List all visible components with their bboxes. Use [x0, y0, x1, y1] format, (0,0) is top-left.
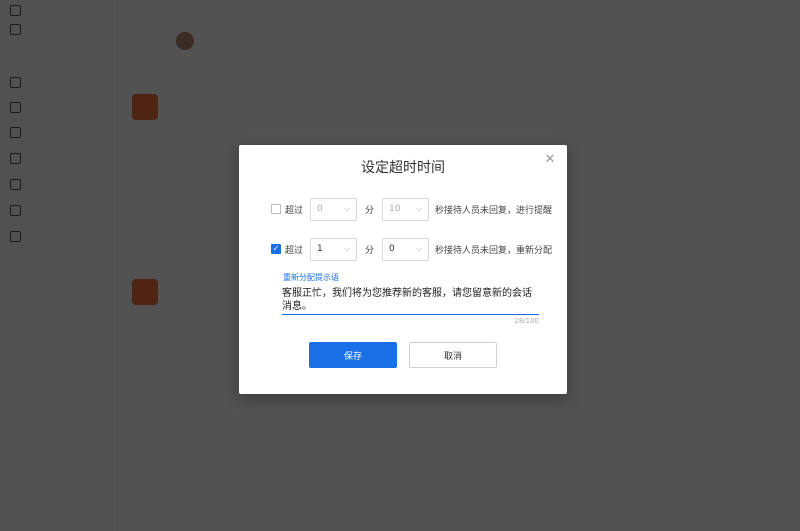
reassign-checkbox[interactable]: ✓: [271, 244, 281, 254]
remind-checkbox[interactable]: [271, 204, 281, 214]
chevron-down-icon: ⌵: [415, 204, 423, 213]
reassign-seconds-value: 0: [389, 244, 395, 254]
reassign-prefix-label: 超过: [285, 245, 304, 256]
remind-prefix-label: 超过: [285, 205, 304, 216]
reassign-minutes-value: 1: [317, 244, 323, 254]
chevron-down-icon: ⌵: [343, 204, 351, 213]
char-counter: 28/100: [514, 317, 539, 325]
timeout-dialog: 设定超时时间 ✕ 超过 0 ⌵ 分 10 ⌵ 秒接待人员未回复，进行提醒 ✓ 超…: [239, 145, 567, 394]
reassign-minutes-select[interactable]: 1 ⌵: [310, 237, 358, 261]
remind-row: 超过 0 ⌵ 分 10 ⌵ 秒接待人员未回复，进行提醒: [271, 197, 552, 221]
hint-textarea[interactable]: 客服正忙，我们将为您推荐新的客服，请您留意新的会话消息。: [282, 286, 539, 315]
save-button[interactable]: 保存: [309, 342, 397, 368]
reassign-row: ✓ 超过 1 ⌵ 分 0 ⌵ 秒接待人员未回复，重新分配: [271, 237, 552, 261]
remind-suffix-label: 秒接待人员未回复，进行提醒: [435, 205, 553, 216]
remind-seconds-value: 10: [389, 204, 401, 214]
remind-minutes-value: 0: [317, 204, 323, 214]
chevron-down-icon: ⌵: [415, 244, 423, 253]
close-icon[interactable]: ✕: [543, 153, 557, 167]
cancel-button[interactable]: 取消: [409, 342, 497, 368]
remind-minutes-select[interactable]: 0 ⌵: [310, 197, 358, 221]
remind-seconds-select[interactable]: 10 ⌵: [382, 197, 430, 221]
checkbox-check-icon: ✓: [272, 244, 280, 253]
reassign-suffix-label: 秒接待人员未回复，重新分配: [435, 245, 553, 256]
hint-label: 重新分配提示语: [283, 273, 339, 282]
chevron-down-icon: ⌵: [343, 244, 351, 253]
reassign-seconds-select[interactable]: 0 ⌵: [382, 237, 430, 261]
reassign-unit-label: 分: [365, 245, 375, 256]
remind-unit-label: 分: [365, 205, 375, 216]
dialog-title: 设定超时时间: [361, 160, 445, 176]
